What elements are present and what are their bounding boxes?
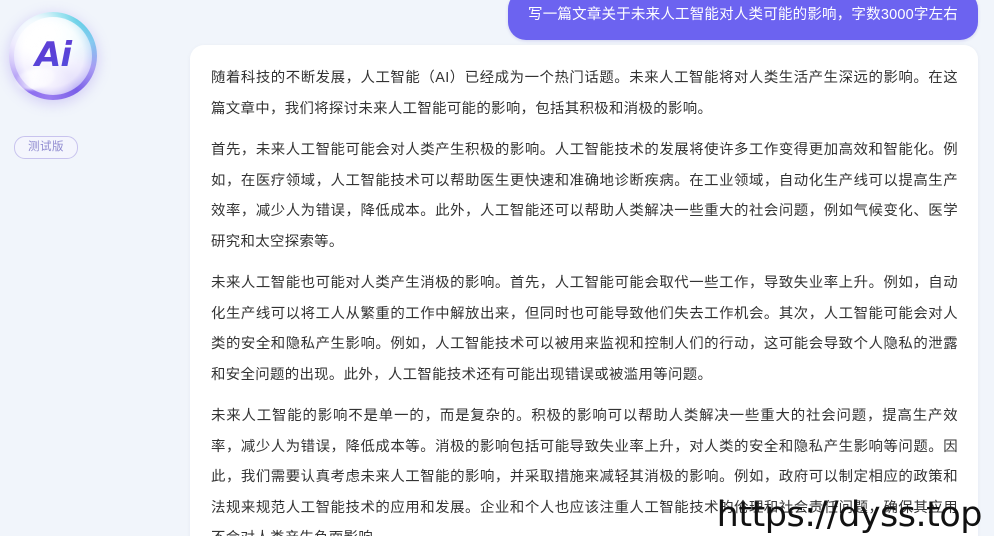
assistant-paragraph-2: 首先，未来人工智能可能会对人类产生积极的影响。人工智能技术的发展将使许多工作变得… — [211, 142, 958, 250]
assistant-paragraph-4: 未来人工智能的影响不是单一的，而是复杂的。积极的影响可以帮助人类解决一些重大的社… — [211, 408, 958, 536]
user-message-bubble[interactable]: 写一篇文章关于未来人工智能对人类可能的影响，字数3000字左右 — [508, 0, 978, 40]
assistant-paragraph-3: 未来人工智能也可能对人类产生消极的影响。首先，人工智能可能会取代一些工作，导致失… — [211, 275, 958, 383]
message-row-assistant: 随着科技的不断发展，人工智能（AI）已经成为一个热门话题。未来人工智能将对人类生… — [190, 45, 978, 536]
assistant-message-bubble[interactable]: 随着科技的不断发展，人工智能（AI）已经成为一个热门话题。未来人工智能将对人类生… — [190, 45, 978, 536]
chat-thread: 写一篇文章关于未来人工智能对人类可能的影响，字数3000字左右 随着科技的不断发… — [176, 0, 994, 536]
assistant-paragraph-1: 随着科技的不断发展，人工智能（AI）已经成为一个热门话题。未来人工智能将对人类生… — [211, 70, 958, 117]
beta-version-badge[interactable]: 测试版 — [14, 136, 78, 159]
chat-app-window: Ai 测试版 写一篇文章关于未来人工智能对人类可能的影响，字数3000字左右 随… — [0, 0, 994, 536]
message-row-user: 写一篇文章关于未来人工智能对人类可能的影响，字数3000字左右 — [508, 0, 978, 40]
logo-text: Ai — [9, 12, 97, 100]
sidebar: Ai 测试版 — [0, 0, 176, 536]
app-logo[interactable]: Ai — [9, 12, 97, 100]
